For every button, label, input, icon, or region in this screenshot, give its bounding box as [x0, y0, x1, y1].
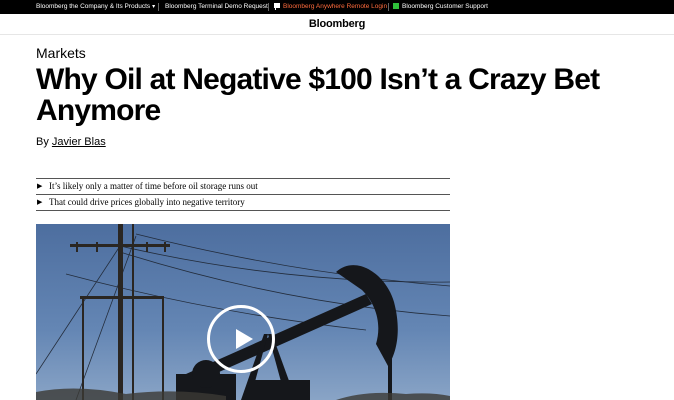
- byline-prefix: By: [36, 136, 49, 148]
- bullet-triangle-icon: ▶: [37, 198, 43, 206]
- divider: [268, 3, 269, 11]
- bloomberg-logo[interactable]: Bloomberg: [309, 18, 365, 30]
- anywhere-login-link[interactable]: Bloomberg Anywhere Remote Login: [274, 0, 387, 14]
- byline: By Javier Blas: [36, 136, 106, 149]
- author-link[interactable]: Javier Blas: [52, 136, 106, 148]
- bullet-text: That could drive prices globally into ne…: [49, 197, 245, 207]
- play-button[interactable]: [207, 305, 275, 373]
- list-item: ▶ It’s likely only a matter of time befo…: [36, 179, 450, 195]
- section-label[interactable]: Markets: [36, 45, 86, 61]
- chevron-down-icon: ▾: [152, 4, 156, 10]
- bullet-triangle-icon: ▶: [37, 182, 43, 190]
- list-item: ▶ That could drive prices globally into …: [36, 195, 450, 211]
- hero-video[interactable]: [36, 224, 450, 400]
- company-products-label: Bloomberg the Company & Its Products: [36, 3, 151, 10]
- customer-support-link[interactable]: Bloomberg Customer Support: [393, 0, 488, 14]
- flag-icon: [274, 3, 280, 10]
- divider: [158, 3, 159, 11]
- divider: [388, 3, 389, 11]
- company-products-link[interactable]: Bloomberg the Company & Its Products ▾: [36, 0, 155, 14]
- support-icon: [393, 3, 399, 9]
- top-utility-bar: Bloomberg the Company & Its Products ▾ Bl…: [0, 0, 674, 14]
- play-icon: [236, 329, 253, 349]
- anywhere-login-label: Bloomberg Anywhere Remote Login: [283, 3, 388, 10]
- summary-bullets: ▶ It’s likely only a matter of time befo…: [36, 178, 450, 211]
- article-headline: Why Oil at Negative $100 Isn’t a Crazy B…: [36, 63, 600, 127]
- brand-header: Bloomberg: [0, 14, 674, 35]
- customer-support-label: Bloomberg Customer Support: [402, 3, 488, 10]
- terminal-demo-link[interactable]: Bloomberg Terminal Demo Request: [165, 0, 268, 14]
- bullet-text: It’s likely only a matter of time before…: [49, 181, 258, 191]
